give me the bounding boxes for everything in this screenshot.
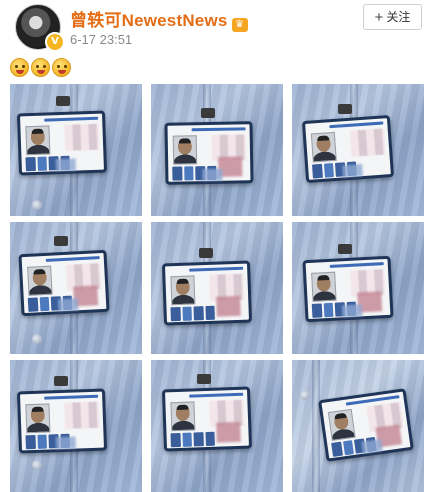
id-badge — [16, 110, 108, 176]
id-badge — [301, 115, 395, 183]
drool-emoji-icon — [31, 58, 50, 77]
photo-4[interactable] — [10, 222, 142, 354]
id-badge — [164, 121, 254, 185]
portrait-photo — [170, 275, 196, 306]
follow-button-label: 关注 — [386, 10, 411, 24]
follow-button[interactable]: + 关注 — [363, 4, 422, 30]
portrait-photo — [27, 265, 53, 296]
plus-icon: + — [374, 9, 384, 26]
username-text[interactable]: 曾轶可NewestNews — [70, 11, 228, 30]
portrait-photo — [311, 271, 337, 302]
id-badge — [318, 388, 414, 462]
portrait-photo — [310, 131, 337, 163]
portrait-photo — [170, 401, 196, 432]
photo-6[interactable] — [292, 222, 424, 354]
photo-8[interactable] — [151, 360, 283, 492]
photo-1[interactable] — [10, 84, 142, 216]
drool-emoji-icon — [10, 58, 29, 77]
photo-5[interactable] — [151, 222, 283, 354]
post-text — [10, 58, 71, 77]
portrait-photo — [327, 408, 356, 441]
id-badge — [161, 260, 253, 326]
photo-7[interactable] — [10, 360, 142, 492]
image-grid — [10, 84, 426, 492]
portrait-photo — [25, 403, 51, 434]
portrait-photo — [25, 125, 51, 156]
id-badge — [18, 249, 110, 317]
post-header: V 曾轶可NewestNews ♛ 6-17 23:51 + 关注 — [0, 0, 434, 86]
username[interactable]: 曾轶可NewestNews ♛ — [70, 6, 248, 32]
photo-9[interactable] — [292, 360, 424, 492]
id-badge — [16, 388, 108, 454]
photo-2[interactable] — [151, 84, 283, 216]
photo-3[interactable] — [292, 84, 424, 216]
vip-crown-icon: ♛ — [231, 18, 248, 32]
id-badge — [161, 386, 253, 452]
post-timestamp: 6-17 23:51 — [70, 32, 133, 47]
id-badge — [302, 255, 394, 323]
drool-emoji-icon — [52, 58, 71, 77]
portrait-photo — [172, 135, 198, 165]
verified-badge-icon: V — [45, 32, 65, 52]
